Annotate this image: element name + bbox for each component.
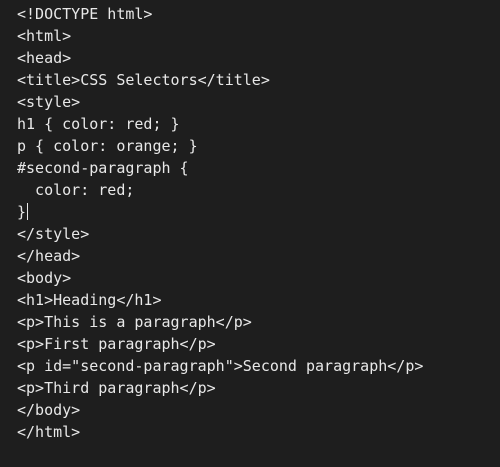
code-line-5[interactable]: <style> [17, 91, 423, 113]
code-line-16[interactable]: <p>First paragraph</p> [17, 333, 423, 355]
code-line-10-text: } [17, 203, 27, 221]
code-line-18[interactable]: <p>Third paragraph</p> [17, 377, 423, 399]
code-line-13[interactable]: <body> [17, 267, 423, 289]
code-line-3[interactable]: <head> [17, 47, 423, 69]
code-line-7[interactable]: p { color: orange; } [17, 135, 423, 157]
code-line-1[interactable]: <!DOCTYPE html> [17, 3, 423, 25]
code-line-2[interactable]: <html> [17, 25, 423, 47]
code-line-11[interactable]: </style> [17, 223, 423, 245]
code-line-8[interactable]: #second-paragraph { [17, 157, 423, 179]
code-line-6[interactable]: h1 { color: red; } [17, 113, 423, 135]
code-line-12[interactable]: </head> [17, 245, 423, 267]
code-line-17[interactable]: <p id="second-paragraph">Second paragrap… [17, 355, 423, 377]
code-line-15[interactable]: <p>This is a paragraph</p> [17, 311, 423, 333]
code-line-20[interactable]: </html> [17, 421, 423, 443]
code-line-9[interactable]: color: red; [17, 179, 423, 201]
code-line-10[interactable]: } [17, 201, 423, 223]
text-caret [27, 203, 29, 220]
code-line-19[interactable]: </body> [17, 399, 423, 421]
code-text-area[interactable]: <!DOCTYPE html> <html> <head> <title>CSS… [17, 3, 423, 443]
code-line-4[interactable]: <title>CSS Selectors</title> [17, 69, 423, 91]
code-line-14[interactable]: <h1>Heading</h1> [17, 289, 423, 311]
code-editor[interactable]: <!DOCTYPE html> <html> <head> <title>CSS… [0, 0, 500, 467]
